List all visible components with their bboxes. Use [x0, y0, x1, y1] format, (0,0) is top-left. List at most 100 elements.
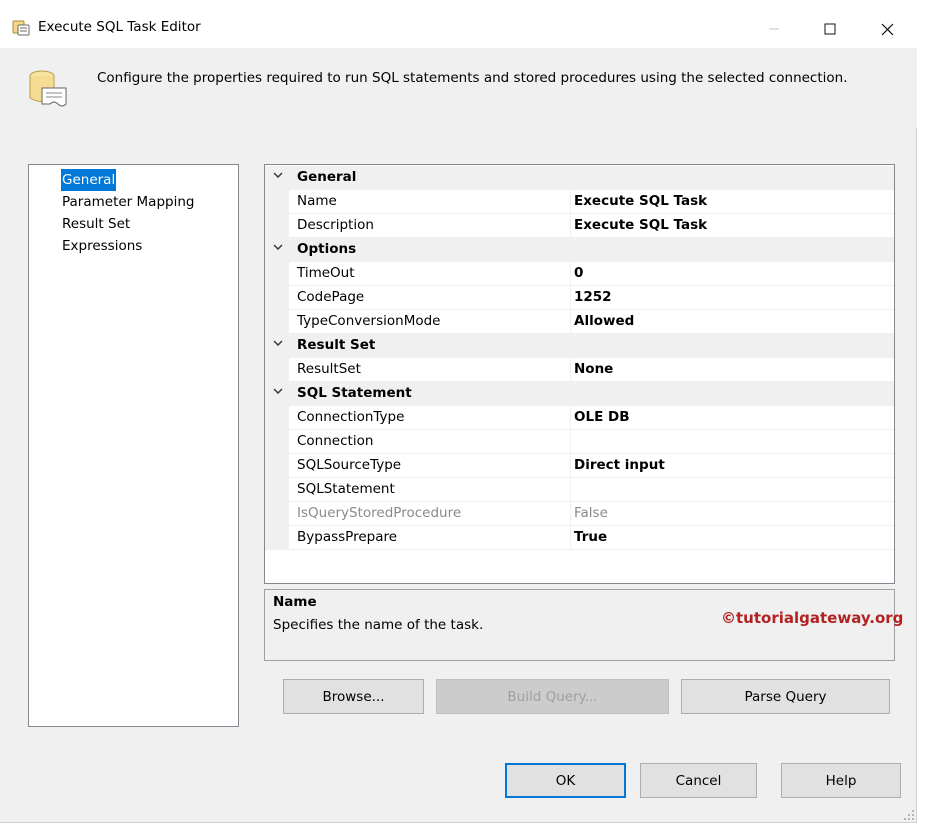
- dialog-header: Configure the properties required to run…: [0, 48, 917, 128]
- column-divider: [570, 310, 571, 334]
- property-name: SQLStatement: [297, 481, 395, 497]
- title-bar[interactable]: Execute SQL Task Editor: [0, 0, 917, 48]
- chevron-down-icon[interactable]: [273, 386, 285, 400]
- property-value[interactable]: Direct input: [574, 457, 665, 473]
- column-divider: [570, 502, 571, 526]
- close-button[interactable]: [864, 12, 910, 46]
- row-gutter: [265, 478, 289, 502]
- row-gutter: [265, 310, 289, 334]
- page-list: General Parameter Mapping Result Set Exp…: [28, 164, 239, 727]
- minimize-icon: [769, 28, 779, 30]
- close-icon: [881, 23, 893, 35]
- row-gutter: [265, 406, 289, 430]
- column-divider: [570, 454, 571, 478]
- property-value[interactable]: True: [574, 529, 607, 545]
- property-name: ConnectionType: [297, 409, 405, 425]
- property-row-isquerystoredprocedure: IsQueryStoredProcedure False: [265, 502, 894, 526]
- property-row-connection[interactable]: Connection: [265, 430, 894, 454]
- nav-item-expressions[interactable]: Expressions: [61, 235, 143, 257]
- property-row-timeout[interactable]: TimeOut 0: [265, 262, 894, 286]
- cancel-button[interactable]: Cancel: [640, 763, 757, 798]
- category-general[interactable]: General: [265, 166, 894, 190]
- database-scroll-icon: [29, 70, 67, 107]
- category-sql-statement[interactable]: SQL Statement: [265, 382, 894, 406]
- property-name: ResultSet: [297, 361, 361, 377]
- property-name: IsQueryStoredProcedure: [297, 505, 462, 521]
- column-divider: [570, 406, 571, 430]
- description-title: Name: [273, 594, 317, 610]
- resize-grip-icon[interactable]: [903, 809, 915, 821]
- execute-sql-task-editor-window: Execute SQL Task Editor Configure the pr…: [0, 0, 917, 823]
- property-row-sqlstatement[interactable]: SQLStatement: [265, 478, 894, 502]
- header-description: Configure the properties required to run…: [97, 70, 848, 86]
- parse-query-button[interactable]: Parse Query: [681, 679, 890, 714]
- chevron-down-icon[interactable]: [273, 338, 285, 352]
- property-row-resultset[interactable]: ResultSet None: [265, 358, 894, 382]
- nav-item-parameter-mapping[interactable]: Parameter Mapping: [61, 191, 195, 213]
- column-divider: [570, 262, 571, 286]
- category-label: Result Set: [297, 337, 376, 353]
- property-row-codepage[interactable]: CodePage 1252: [265, 286, 894, 310]
- property-value[interactable]: Allowed: [574, 313, 634, 329]
- row-gutter: [265, 502, 289, 526]
- minimize-button[interactable]: [751, 12, 797, 46]
- window-title: Execute SQL Task Editor: [38, 19, 201, 35]
- property-name: Connection: [297, 433, 374, 449]
- chevron-down-icon[interactable]: [273, 170, 285, 184]
- chevron-down-icon[interactable]: [273, 242, 285, 256]
- category-label: General: [297, 169, 357, 185]
- row-gutter: [265, 526, 289, 550]
- property-value[interactable]: 1252: [574, 289, 612, 305]
- column-divider: [570, 430, 571, 454]
- row-gutter: [265, 262, 289, 286]
- build-query-button: Build Query...: [436, 679, 669, 714]
- property-name: TypeConversionMode: [297, 313, 441, 329]
- property-value[interactable]: None: [574, 361, 613, 377]
- column-divider: [570, 358, 571, 382]
- property-value[interactable]: Execute SQL Task: [574, 193, 707, 209]
- property-row-name[interactable]: Name Execute SQL Task: [265, 190, 894, 214]
- watermark: ©tutorialgateway.org: [721, 609, 904, 627]
- description-text: Specifies the name of the task.: [273, 617, 484, 633]
- property-row-typeconversionmode[interactable]: TypeConversionMode Allowed: [265, 310, 894, 334]
- column-divider: [570, 478, 571, 502]
- property-value[interactable]: OLE DB: [574, 409, 630, 425]
- row-gutter: [265, 190, 289, 214]
- category-label: Options: [297, 241, 357, 257]
- help-button[interactable]: Help: [781, 763, 901, 798]
- property-name: CodePage: [297, 289, 365, 305]
- property-name: Description: [297, 217, 374, 233]
- property-name: TimeOut: [297, 265, 355, 281]
- nav-item-result-set[interactable]: Result Set: [61, 213, 131, 235]
- property-row-description[interactable]: Description Execute SQL Task: [265, 214, 894, 238]
- property-row-sqlsourcetype[interactable]: SQLSourceType Direct input: [265, 454, 894, 478]
- row-gutter: [265, 286, 289, 310]
- category-label: SQL Statement: [297, 385, 412, 401]
- row-gutter: [265, 358, 289, 382]
- row-gutter: [265, 214, 289, 238]
- column-divider: [570, 526, 571, 550]
- property-name: SQLSourceType: [297, 457, 402, 473]
- row-gutter: [265, 454, 289, 478]
- ok-button[interactable]: OK: [505, 763, 626, 798]
- browse-button[interactable]: Browse...: [283, 679, 424, 714]
- property-grid: General Name Execute SQL Task Descriptio…: [264, 164, 895, 584]
- category-options[interactable]: Options: [265, 238, 894, 262]
- property-value[interactable]: 0: [574, 265, 583, 281]
- property-row-connectiontype[interactable]: ConnectionType OLE DB: [265, 406, 894, 430]
- property-description-panel: Name Specifies the name of the task. ©tu…: [264, 589, 903, 661]
- column-divider: [570, 190, 571, 214]
- property-row-bypassprepare[interactable]: BypassPrepare True: [265, 526, 894, 550]
- maximize-icon: [824, 23, 836, 35]
- property-name: Name: [297, 193, 337, 209]
- maximize-button[interactable]: [807, 12, 853, 46]
- nav-item-general[interactable]: General: [61, 169, 117, 191]
- row-gutter: [265, 430, 289, 454]
- property-name: BypassPrepare: [297, 529, 398, 545]
- task-editor-icon: [12, 20, 30, 36]
- property-value[interactable]: Execute SQL Task: [574, 217, 707, 233]
- column-divider: [570, 214, 571, 238]
- property-value: False: [574, 505, 608, 521]
- column-divider: [570, 286, 571, 310]
- category-result-set[interactable]: Result Set: [265, 334, 894, 358]
